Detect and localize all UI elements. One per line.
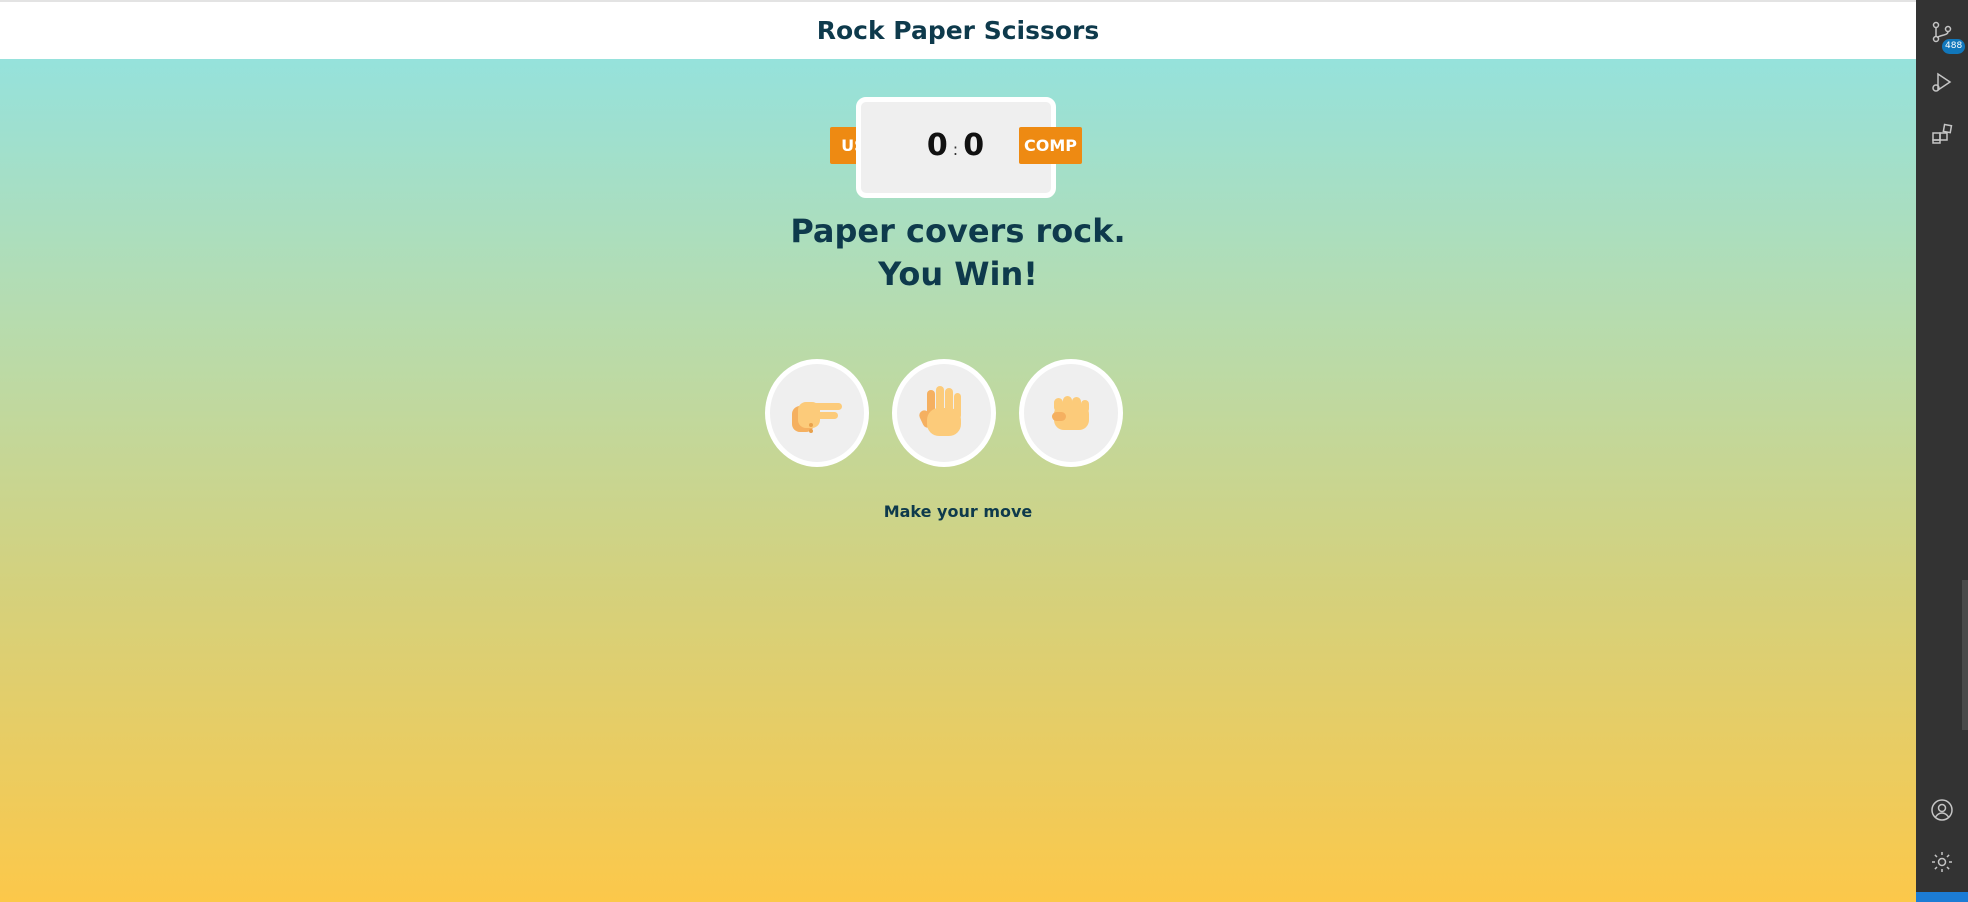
comp-score: 0 xyxy=(963,128,986,163)
source-control-count-badge: 488 xyxy=(1942,39,1966,54)
instruction-text: Make your move xyxy=(883,502,1033,521)
result-line-verdict: You Win! xyxy=(878,255,1038,293)
activity-bar: 488 xyxy=(1916,0,1968,902)
scissors-hand-icon xyxy=(792,402,842,433)
scrollbar-thumb[interactable] xyxy=(1962,580,1968,730)
result-message: Paper covers rock. You Win! xyxy=(558,210,1358,296)
paper-hand-icon xyxy=(919,386,961,436)
settings-gear-icon xyxy=(1932,852,1952,872)
scissors-choice-button[interactable] xyxy=(765,359,869,467)
run-debug-button[interactable] xyxy=(1916,58,1968,106)
rock-fist-icon xyxy=(1052,396,1089,430)
run-debug-icon xyxy=(1932,72,1952,92)
page-title: Rock Paper Scissors xyxy=(816,16,1100,45)
rock-choice-button[interactable] xyxy=(1019,359,1123,467)
user-score: 0 xyxy=(926,128,949,163)
extensions-icon xyxy=(1932,123,1953,144)
score-separator: : xyxy=(952,140,960,159)
paper-choice-button[interactable] xyxy=(892,359,996,467)
header-bar: Rock Paper Scissors xyxy=(0,0,1916,59)
source-control-button[interactable]: 488 xyxy=(1916,8,1968,56)
account-icon xyxy=(1931,799,1953,821)
status-bar-remote-indicator[interactable] xyxy=(1916,892,1968,902)
extensions-button[interactable] xyxy=(1916,110,1968,158)
comp-score-label: COMP xyxy=(1019,127,1082,164)
result-line-outcome: Paper covers rock. xyxy=(790,212,1126,250)
game-page: Rock Paper Scissors USER 0:0 COMP Paper … xyxy=(0,0,1916,902)
accounts-button[interactable] xyxy=(1916,786,1968,834)
settings-button[interactable] xyxy=(1916,838,1968,886)
